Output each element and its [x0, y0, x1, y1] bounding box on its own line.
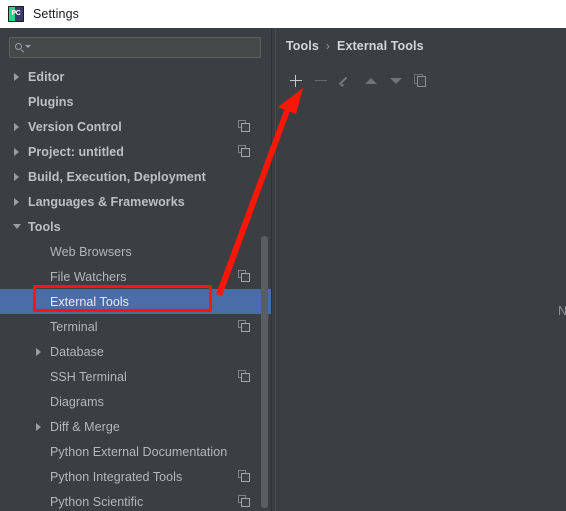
settings-tree[interactable]: Editor Plugins Version Control Project: unt…	[0, 64, 272, 511]
search-box[interactable]	[9, 37, 261, 58]
sidebar-item-label: Python Scientific	[50, 494, 144, 509]
clipped-label: N	[558, 304, 566, 318]
move-up-button[interactable]	[358, 70, 383, 92]
chevron-right-icon[interactable]	[12, 171, 23, 182]
plus-icon	[289, 74, 302, 87]
sidebar-item-label: Version Control	[28, 119, 122, 134]
settings-window: PC Settings Editor Plugins Version Control…	[0, 0, 566, 511]
search-icon	[15, 41, 31, 55]
chevron-right-icon[interactable]	[12, 71, 23, 82]
copy-icon[interactable]	[238, 270, 250, 282]
sidebar-item-diff-merge[interactable]: Diff & Merge	[0, 414, 272, 439]
sidebar-item-label: Languages & Frameworks	[28, 194, 185, 209]
sidebar-item-database[interactable]: Database	[0, 339, 272, 364]
sidebar-item-label: Python Integrated Tools	[50, 469, 183, 484]
window-body: Editor Plugins Version Control Project: unt…	[0, 28, 566, 511]
move-down-button[interactable]	[383, 70, 408, 92]
sidebar-item-project-untitled[interactable]: Project: untitled	[0, 139, 272, 164]
title-bar: PC Settings	[0, 0, 566, 29]
sidebar-item-label: Python External Documentation	[50, 444, 228, 459]
sidebar-item-file-watchers[interactable]: File Watchers	[0, 264, 272, 289]
sidebar-scrollbar-thumb[interactable]	[261, 236, 268, 508]
sidebar-item-python-scientific[interactable]: Python Scientific	[0, 489, 272, 511]
copy-icon[interactable]	[238, 145, 250, 157]
pycharm-pc-icon: PC	[8, 6, 24, 22]
pc-icon-text: PC	[11, 10, 21, 17]
sidebar-item-label: External Tools	[50, 294, 129, 309]
sidebar-item-label: File Watchers	[50, 269, 127, 284]
arrow-down-icon	[389, 77, 402, 84]
breadcrumb-parent[interactable]: Tools	[286, 39, 319, 53]
sidebar-item-plugins[interactable]: Plugins	[0, 89, 272, 114]
sidebar-item-label: Web Browsers	[50, 244, 132, 259]
sidebar-item-languages-frameworks[interactable]: Languages & Frameworks	[0, 189, 272, 214]
sidebar-item-label: SSH Terminal	[50, 369, 127, 384]
sidebar-item-web-browsers[interactable]: Web Browsers	[0, 239, 272, 264]
chevron-right-icon[interactable]	[12, 196, 23, 207]
breadcrumb-separator-icon: ›	[325, 39, 331, 53]
arrow-up-icon	[364, 77, 377, 84]
add-button[interactable]	[283, 70, 308, 92]
edit-button[interactable]	[333, 70, 358, 92]
sidebar-item-build-execution-deployment[interactable]: Build, Execution, Deployment	[0, 164, 272, 189]
sidebar-item-label: Editor	[28, 69, 65, 84]
external-tools-panel: Tools › External Tools N	[276, 28, 566, 511]
sidebar-item-label: Terminal	[50, 319, 98, 334]
sidebar-item-label: Tools	[28, 219, 61, 234]
sidebar-item-label: Project: untitled	[28, 144, 124, 159]
remove-button[interactable]	[308, 70, 333, 92]
sidebar-item-label: Database	[50, 344, 104, 359]
settings-sidebar: Editor Plugins Version Control Project: unt…	[0, 28, 272, 511]
chevron-right-icon[interactable]	[12, 146, 23, 157]
breadcrumb: Tools › External Tools	[286, 39, 424, 53]
sidebar-item-version-control[interactable]: Version Control	[0, 114, 272, 139]
sidebar-item-python-integrated-tools[interactable]: Python Integrated Tools	[0, 464, 272, 489]
sidebar-item-tools[interactable]: Tools	[0, 214, 272, 239]
sidebar-item-label: Diff & Merge	[50, 419, 120, 434]
sidebar-item-label: Build, Execution, Deployment	[28, 169, 206, 184]
copy-icon[interactable]	[238, 120, 250, 132]
chevron-right-icon[interactable]	[34, 346, 45, 357]
sidebar-item-diagrams[interactable]: Diagrams	[0, 389, 272, 414]
sidebar-item-python-external-documentation[interactable]: Python External Documentation	[0, 439, 272, 464]
chevron-right-icon[interactable]	[12, 121, 23, 132]
sidebar-item-terminal[interactable]: Terminal	[0, 314, 272, 339]
copy-icon[interactable]	[238, 495, 250, 507]
copy-icon[interactable]	[238, 370, 250, 382]
copy-icon[interactable]	[238, 320, 250, 332]
copy-icon[interactable]	[238, 470, 250, 482]
pencil-icon	[338, 74, 353, 88]
copy-icon	[414, 74, 427, 87]
search-input[interactable]	[29, 40, 260, 55]
panel-divider	[271, 28, 272, 511]
chevron-right-icon[interactable]	[34, 421, 45, 432]
breadcrumb-current: External Tools	[337, 39, 424, 53]
sidebar-item-ssh-terminal[interactable]: SSH Terminal	[0, 364, 272, 389]
chevron-down-icon[interactable]	[12, 221, 23, 232]
sidebar-item-label: Plugins	[28, 94, 74, 109]
window-title: Settings	[33, 7, 79, 21]
external-tools-toolbar	[283, 68, 561, 93]
copy-button[interactable]	[408, 70, 433, 92]
sidebar-item-label: Diagrams	[50, 394, 104, 409]
minus-icon	[314, 79, 327, 82]
sidebar-item-editor[interactable]: Editor	[0, 64, 272, 89]
sidebar-item-external-tools[interactable]: External Tools	[0, 289, 272, 314]
